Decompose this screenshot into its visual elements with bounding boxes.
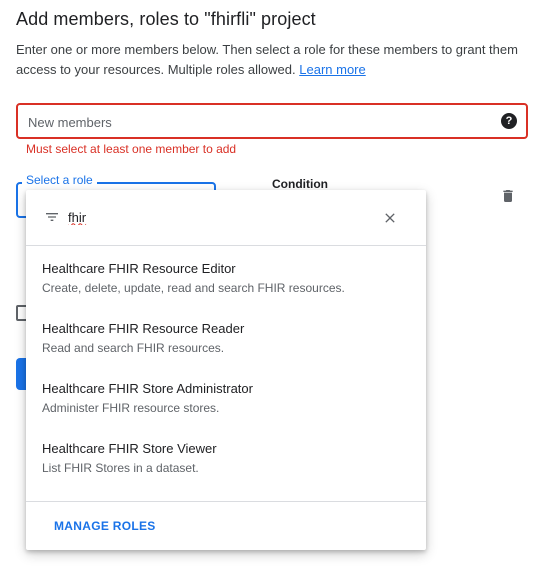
condition-label: Condition [272, 177, 328, 191]
filter-icon [46, 213, 58, 221]
select-role-label: Select a role [22, 173, 97, 187]
learn-more-link[interactable]: Learn more [299, 62, 365, 77]
trash-icon[interactable] [500, 188, 516, 204]
description-text: Enter one or more members below. Then se… [16, 42, 518, 77]
role-option-title: Healthcare FHIR Resource Editor [42, 261, 236, 276]
close-icon[interactable] [382, 210, 398, 226]
dropdown-footer: MANAGE ROLES [26, 501, 426, 551]
manage-roles-button[interactable]: MANAGE ROLES [54, 519, 156, 533]
members-error-message: Must select at least one member to add [26, 142, 237, 156]
new-members-input[interactable] [26, 105, 490, 139]
role-option-title: Healthcare FHIR Store Viewer [42, 441, 217, 456]
role-dropdown: Healthcare FHIR Resource Editor Create, … [26, 190, 426, 550]
role-options-list: Healthcare FHIR Resource Editor Create, … [26, 246, 426, 486]
new-members-field[interactable]: ? [16, 103, 528, 139]
dialog-description: Enter one or more members below. Then se… [16, 40, 531, 80]
filter-input[interactable] [68, 206, 368, 228]
dialog-title: Add members, roles to "fhirfli" project [16, 9, 316, 29]
role-option-fhir-store-administrator[interactable]: Healthcare FHIR Store Administrator Admi… [26, 366, 426, 426]
role-option-title: Healthcare FHIR Store Administrator [42, 381, 253, 396]
role-option-description: Read and search FHIR resources. [42, 341, 225, 355]
role-option-fhir-resource-reader[interactable]: Healthcare FHIR Resource Reader Read and… [26, 306, 426, 366]
help-icon[interactable]: ? [501, 113, 517, 129]
role-option-title: Healthcare FHIR Resource Reader [42, 321, 245, 336]
role-option-description: Administer FHIR resource stores. [42, 401, 220, 415]
filter-row [26, 190, 426, 246]
role-option-description: List FHIR Stores in a dataset. [42, 461, 199, 475]
role-option-fhir-store-viewer[interactable]: Healthcare FHIR Store Viewer List FHIR S… [26, 426, 426, 486]
role-option-fhir-resource-editor[interactable]: Healthcare FHIR Resource Editor Create, … [26, 246, 426, 306]
role-option-description: Create, delete, update, read and search … [42, 281, 345, 295]
